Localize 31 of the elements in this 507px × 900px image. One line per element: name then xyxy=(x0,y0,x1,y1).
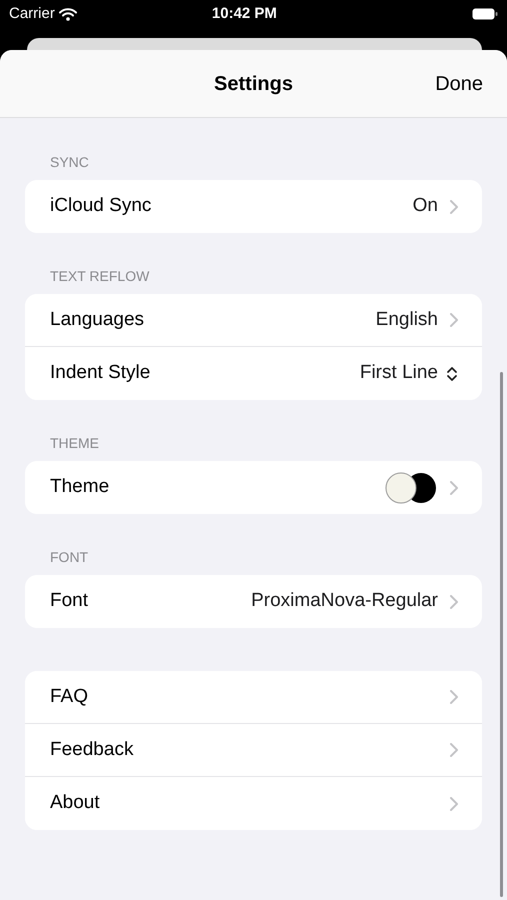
chevron-right-icon xyxy=(450,743,458,757)
chevron-right-icon xyxy=(450,690,458,704)
row-label: FAQ xyxy=(50,684,90,709)
row-label: Theme xyxy=(50,475,110,500)
row-label: Font xyxy=(50,589,90,614)
wifi-icon xyxy=(58,8,77,20)
row-value: ProximaNova-Regular xyxy=(251,589,438,614)
chevron-right-icon xyxy=(450,200,458,214)
row-label: Feedback xyxy=(50,738,134,762)
row-value: On xyxy=(412,194,438,218)
row-label: Languages xyxy=(50,308,146,332)
row-label: Indent Style xyxy=(50,361,152,386)
battery-icon xyxy=(472,8,498,20)
section-header: FONT xyxy=(49,548,90,566)
section-header: THEME xyxy=(49,434,100,452)
done-button[interactable]: Done xyxy=(435,68,483,98)
chevron-right-icon xyxy=(450,594,458,608)
theme-swatch-icon xyxy=(384,470,438,504)
chevron-right-icon xyxy=(450,313,458,327)
row-value: English xyxy=(376,308,438,332)
carrier-label: Carrier xyxy=(9,4,55,24)
row-label: About xyxy=(50,791,101,816)
row-label: iCloud Sync xyxy=(50,194,152,218)
status-time: 10:42 PM xyxy=(210,4,278,24)
row-value: First Line xyxy=(360,361,438,386)
section-header: SYNC xyxy=(49,153,90,171)
nav-title: Settings xyxy=(214,72,293,96)
section-header: TEXT REFLOW xyxy=(49,267,150,285)
chevron-right-icon xyxy=(450,480,458,494)
up-down-chevron-icon xyxy=(446,366,458,382)
chevron-right-icon xyxy=(450,796,458,810)
